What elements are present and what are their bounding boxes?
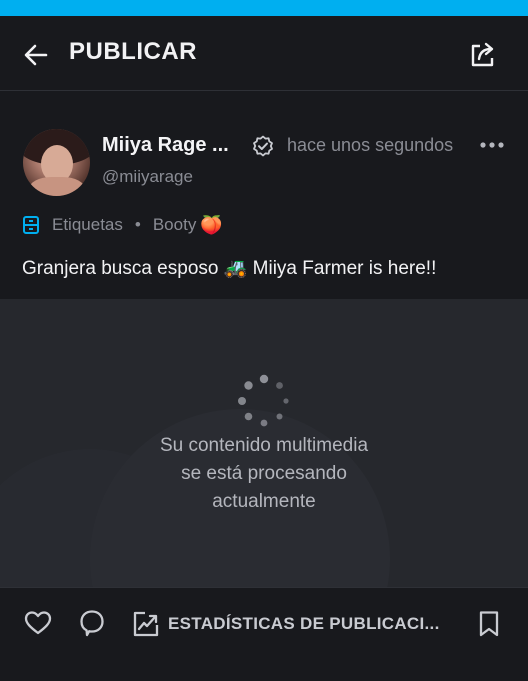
peach-emoji: 🍑 (200, 214, 223, 235)
status-accent-bar (0, 0, 528, 16)
more-options-icon[interactable] (480, 138, 504, 152)
display-name[interactable]: Miiya Rage ... (102, 134, 229, 157)
arrow-left-icon[interactable] (22, 41, 50, 69)
comment-icon[interactable] (79, 609, 105, 637)
tag-list-icon (23, 216, 39, 234)
tags-row: Etiquetas • Booty 🍑 (22, 213, 223, 237)
post-timestamp: hace unos segundos (287, 135, 454, 155)
post-caption: Granjera busca esposo 🚜 Miiya Farmer is … (22, 258, 437, 279)
bookmark-icon[interactable] (478, 610, 500, 638)
post-statistics-label: ESTADÍSTICAS DE PUBLICACI... (168, 614, 440, 633)
tags-label[interactable]: Etiquetas (52, 215, 123, 235)
loading-spinner-icon (238, 374, 289, 427)
processing-line-1: Su contenido multimedia (159, 435, 369, 456)
post-actions-bar: ESTADÍSTICAS DE PUBLICACI... (0, 587, 528, 681)
processing-line-2: se está procesando (181, 463, 347, 484)
page-title: PUBLICAR (69, 38, 197, 65)
share-icon[interactable] (468, 40, 498, 70)
username[interactable]: @miiyarage (102, 167, 193, 187)
verified-icon (253, 135, 273, 157)
tag-booty[interactable]: Booty (153, 215, 196, 235)
post-statistics-button[interactable]: ESTADÍSTICAS DE PUBLICACI... (133, 610, 440, 638)
statistics-chart-icon (133, 611, 159, 637)
processing-message: Su contenido multimedia se está procesan… (0, 432, 528, 516)
avatar[interactable] (23, 129, 90, 196)
media-placeholder: Su contenido multimedia se está procesan… (0, 299, 528, 587)
app-header: PUBLICAR (0, 16, 528, 91)
processing-line-3: actualmente (212, 491, 316, 512)
post-header: Miiya Rage ... hace unos segundos @miiya… (0, 91, 528, 299)
heart-icon[interactable] (24, 610, 52, 636)
tag-separator: • (134, 215, 141, 234)
